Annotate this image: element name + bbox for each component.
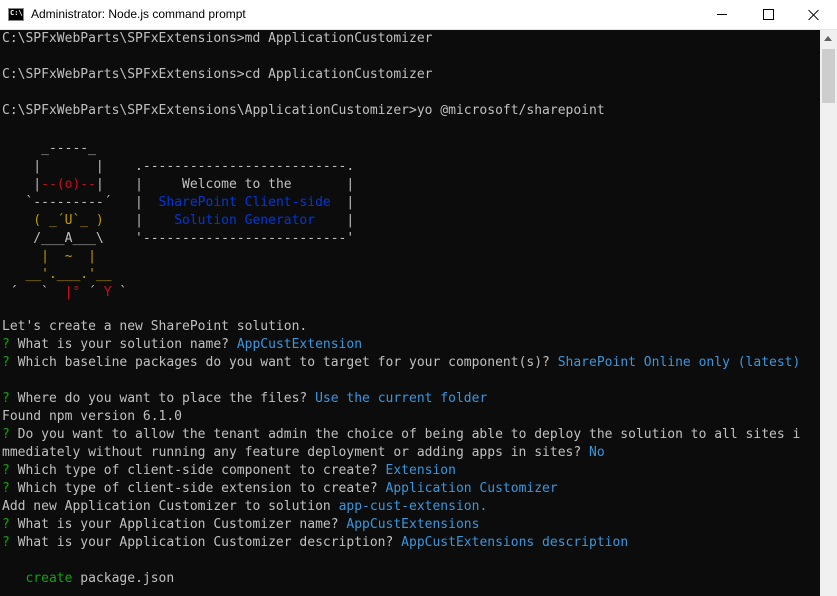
window-title: Administrator: Node.js command prompt (31, 7, 246, 21)
minimize-button[interactable] (699, 0, 745, 29)
console-output[interactable]: C:\SPFxWebParts\SPFxExtensions>md Applic… (0, 30, 820, 596)
banner-line3: Solution Generator (174, 213, 316, 228)
add-component-text: Add new Application Customizer to soluti… (2, 499, 488, 514)
command-line: C:\SPFxWebParts\SPFxExtensions>cd Applic… (2, 67, 433, 82)
prompt-line: ? Which baseline packages do you want to… (2, 355, 801, 370)
prompt-line: ? Where do you want to place the files? … (2, 391, 488, 406)
scrollbar-thumb[interactable] (822, 49, 835, 103)
close-button[interactable] (791, 0, 837, 29)
prompt-line: ? Which type of client-side component to… (2, 463, 456, 478)
vertical-scrollbar[interactable] (820, 30, 837, 596)
prompt-line: ? Which type of client-side extension to… (2, 481, 558, 496)
maximize-button[interactable] (745, 0, 791, 29)
create-file-line: create package.json (25, 571, 175, 586)
intro-text: Let's create a new SharePoint solution. (2, 319, 308, 334)
maximize-icon (762, 9, 774, 20)
console-window: C:\ Administrator: Node.js command promp… (0, 0, 837, 596)
cmd-app-icon[interactable]: C:\ (8, 8, 24, 21)
prompt-line: ? Do you want to allow the tenant admin … (2, 427, 801, 442)
command-line: C:\SPFxWebParts\SPFxExtensions\Applicati… (2, 103, 605, 118)
prompt-line: ? What is your solution name? AppCustExt… (2, 337, 363, 352)
scroll-up-arrow-icon[interactable] (824, 36, 832, 41)
prompt-line: ? What is your Application Customizer de… (2, 535, 629, 550)
npm-version-text: Found npm version 6.1.0 (2, 409, 183, 424)
banner-welcome: Welcome to the (182, 177, 292, 192)
banner-line2: SharePoint Client-side (158, 195, 331, 210)
title-bar[interactable]: C:\ Administrator: Node.js command promp… (0, 0, 837, 30)
prompt-line: ? What is your Application Customizer na… (2, 517, 480, 532)
yeoman-ascii-art: _-----_ | | .--------------------------.… (2, 141, 355, 300)
prompt-line-continued: mmediately without running any feature d… (2, 445, 605, 460)
command-line: C:\SPFxWebParts\SPFxExtensions>md Applic… (2, 31, 433, 46)
close-icon (808, 9, 820, 21)
minimize-icon (717, 14, 727, 15)
